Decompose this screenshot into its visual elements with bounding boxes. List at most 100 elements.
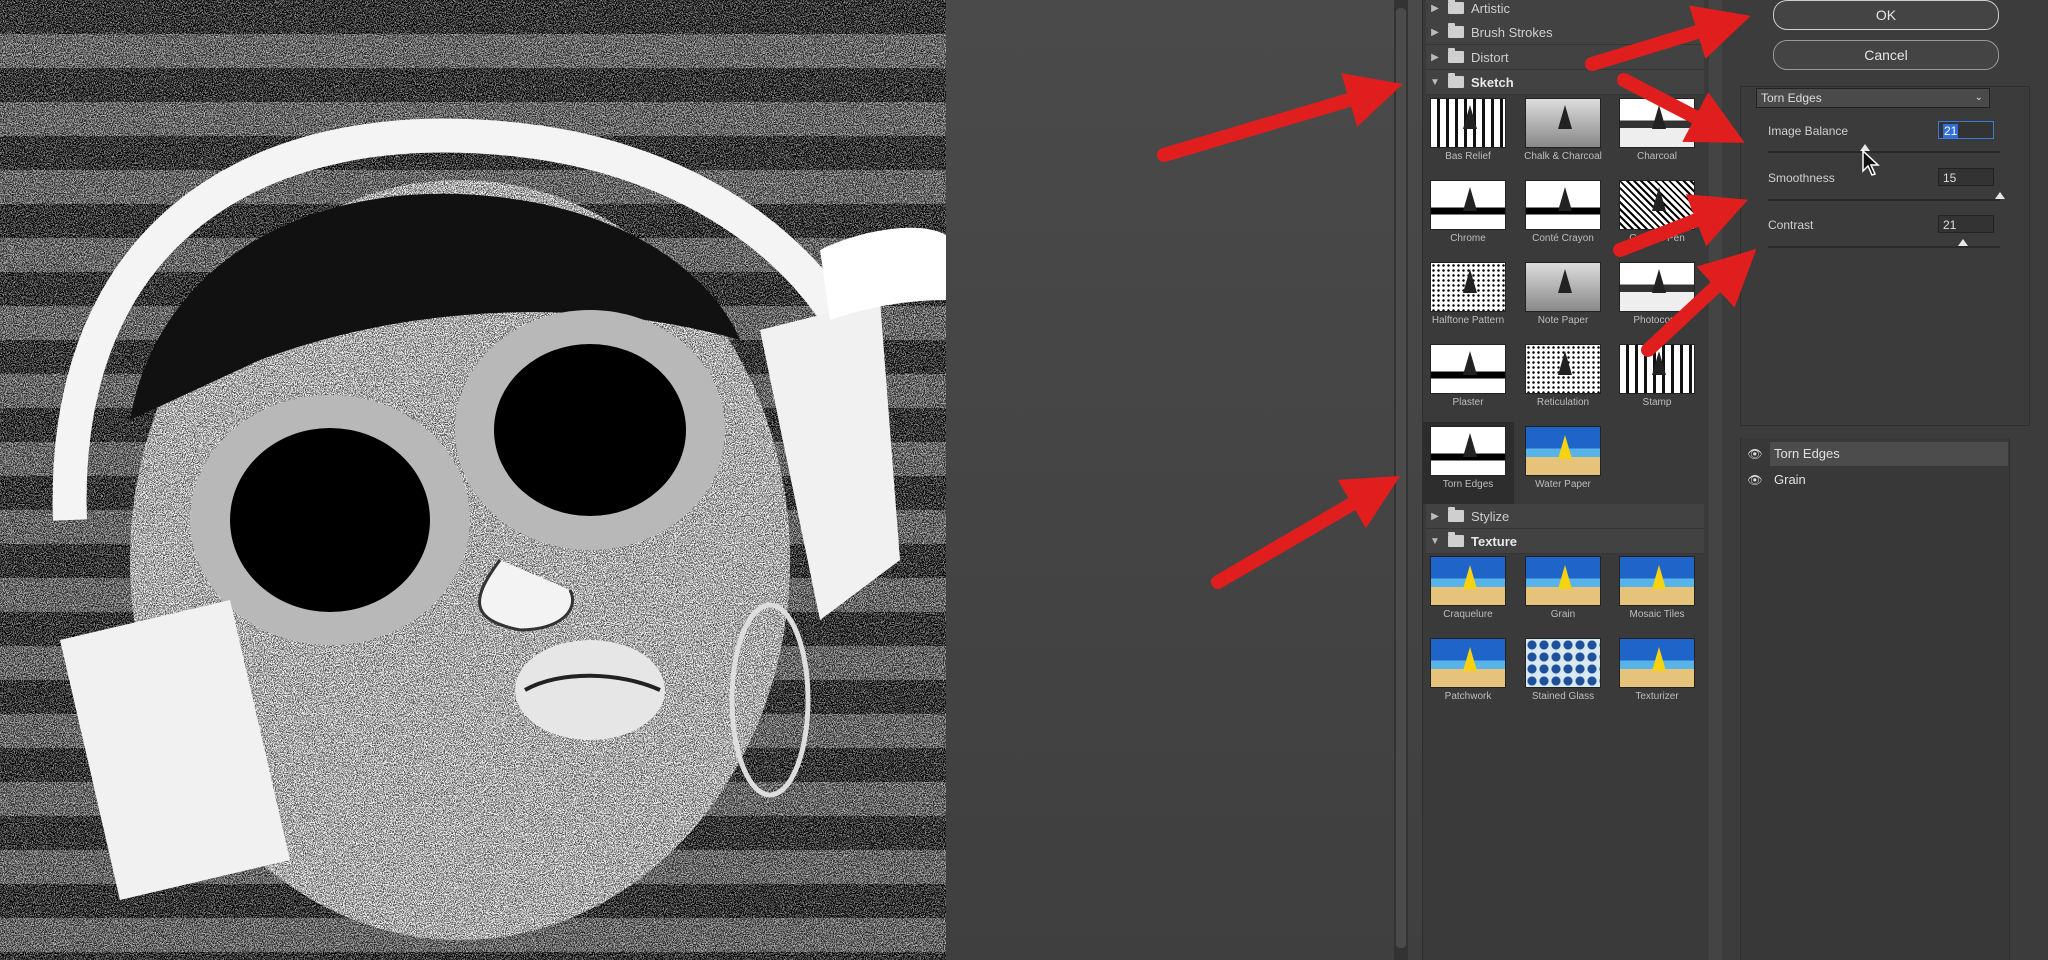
thumb-label: Plaster bbox=[1452, 397, 1484, 408]
thumb-label: Texturizer bbox=[1635, 691, 1679, 702]
thumb-image bbox=[1430, 556, 1506, 606]
preview-canvas[interactable] bbox=[0, 0, 946, 960]
thumb-chalk-charcoal[interactable]: Chalk & Charcoal bbox=[1517, 94, 1609, 174]
thumb-image bbox=[1619, 262, 1695, 312]
cancel-button[interactable]: Cancel bbox=[1773, 40, 1999, 70]
thumb-label: Stamp bbox=[1642, 397, 1672, 408]
category-label: Brush Strokes bbox=[1471, 24, 1553, 40]
image-balance-input[interactable]: 21 bbox=[1938, 121, 1994, 139]
thumb-label: Chrome bbox=[1450, 233, 1486, 244]
triangle-icon: ▼ bbox=[1430, 76, 1440, 88]
image-balance-slider[interactable] bbox=[1768, 151, 2000, 153]
contrast-input[interactable]: 21 bbox=[1938, 215, 1994, 233]
thumb-grain[interactable]: Grain bbox=[1517, 552, 1609, 632]
thumb-bas-relief[interactable]: Bas Relief bbox=[1422, 94, 1514, 174]
thumb-photocopy[interactable]: Photocopy bbox=[1611, 258, 1703, 338]
thumb-water-paper[interactable]: Water Paper bbox=[1517, 422, 1609, 502]
thumb-label: Note Paper bbox=[1537, 315, 1589, 326]
thumb-image bbox=[1619, 556, 1695, 606]
thumb-label: Craquelure bbox=[1443, 609, 1493, 620]
thumb-image bbox=[1525, 556, 1601, 606]
thumb-label: Patchwork bbox=[1444, 691, 1492, 702]
thumb-image bbox=[1430, 426, 1506, 476]
contrast-label: Contrast bbox=[1768, 218, 1814, 232]
effect-layers-panel bbox=[1740, 438, 2010, 960]
thumb-label: Chalk & Charcoal bbox=[1524, 151, 1602, 162]
thumb-halftone-pattern[interactable]: Halftone Pattern bbox=[1422, 258, 1514, 338]
smoothness-slider-knob[interactable] bbox=[1995, 192, 2005, 199]
category-distort[interactable]: ▶ Distort bbox=[1426, 45, 1704, 70]
triangle-icon: ▶ bbox=[1431, 26, 1439, 38]
thumb-label: Grain bbox=[1550, 609, 1576, 620]
filter-dropdown-value: Torn Edges bbox=[1761, 91, 1822, 105]
category-label: Distort bbox=[1471, 49, 1509, 65]
thumb-image bbox=[1430, 180, 1506, 230]
mouse-cursor-icon bbox=[1862, 150, 1880, 176]
thumb-label: Mosaic Tiles bbox=[1629, 609, 1685, 620]
thumb-label: Stained Glass bbox=[1531, 691, 1595, 702]
layer-torn-edges[interactable]: 👁 Torn Edges bbox=[1744, 442, 2008, 466]
thumb-conte-crayon[interactable]: Conté Crayon bbox=[1517, 176, 1609, 256]
thumb-image bbox=[1619, 98, 1695, 148]
gallery-scrollbar[interactable] bbox=[1394, 0, 1408, 960]
thumb-label: Conté Crayon bbox=[1532, 233, 1594, 244]
triangle-icon: ▼ bbox=[1430, 535, 1440, 547]
folder-icon bbox=[1448, 23, 1464, 38]
folder-icon bbox=[1448, 0, 1464, 14]
thumb-image bbox=[1430, 638, 1506, 688]
thumb-image bbox=[1619, 638, 1695, 688]
category-texture[interactable]: ▼ Texture bbox=[1426, 529, 1704, 554]
preview-image bbox=[0, 0, 946, 960]
thumb-craquelure[interactable]: Craquelure bbox=[1422, 552, 1514, 632]
category-sketch[interactable]: ▼ Sketch bbox=[1426, 70, 1704, 95]
thumb-charcoal[interactable]: Charcoal bbox=[1611, 94, 1703, 174]
thumb-image bbox=[1525, 180, 1601, 230]
category-brush-strokes[interactable]: ▶ Brush Strokes bbox=[1426, 20, 1704, 45]
thumb-label: Charcoal bbox=[1636, 151, 1678, 162]
category-artistic[interactable]: ▶ Artistic bbox=[1426, 0, 1704, 21]
folder-icon bbox=[1448, 48, 1464, 63]
thumb-label: Halftone Pattern bbox=[1431, 315, 1505, 326]
eye-icon[interactable]: 👁 bbox=[1744, 470, 1766, 490]
thumb-mosaic-tiles[interactable]: Mosaic Tiles bbox=[1611, 552, 1703, 632]
thumb-image bbox=[1525, 262, 1601, 312]
thumb-label: Reticulation bbox=[1536, 397, 1590, 408]
contrast-slider-knob[interactable] bbox=[1957, 239, 1968, 246]
thumb-note-paper[interactable]: Note Paper bbox=[1517, 258, 1609, 338]
thumb-image bbox=[1525, 426, 1601, 476]
category-label: Texture bbox=[1471, 533, 1517, 549]
smoothness-input[interactable]: 15 bbox=[1938, 168, 1994, 186]
layer-name: Grain bbox=[1774, 472, 1806, 487]
layer-grain[interactable]: 👁 Grain bbox=[1744, 468, 2008, 492]
image-balance-label: Image Balance bbox=[1768, 124, 1849, 138]
category-label: Artistic bbox=[1471, 0, 1510, 16]
layer-name: Torn Edges bbox=[1770, 442, 2008, 466]
thumb-stamp[interactable]: Stamp bbox=[1611, 340, 1703, 420]
thumb-label: Bas Relief bbox=[1445, 151, 1491, 162]
ok-button[interactable]: OK bbox=[1773, 0, 1999, 30]
thumb-image bbox=[1430, 262, 1506, 312]
filter-dropdown[interactable]: Torn Edges ⌄ bbox=[1756, 88, 1990, 108]
dialog-gutter bbox=[946, 0, 1422, 960]
thumb-graphic-pen[interactable]: Graphic Pen bbox=[1611, 176, 1703, 256]
chevron-down-icon: ⌄ bbox=[1974, 92, 1983, 103]
thumb-stained-glass[interactable]: Stained Glass bbox=[1517, 634, 1609, 714]
thumb-torn-edges[interactable]: Torn Edges bbox=[1422, 422, 1514, 504]
thumb-chrome[interactable]: Chrome bbox=[1422, 176, 1514, 256]
thumb-image bbox=[1525, 98, 1601, 148]
eye-icon[interactable]: 👁 bbox=[1744, 444, 1766, 464]
contrast-slider[interactable] bbox=[1768, 246, 2000, 248]
smoothness-slider[interactable] bbox=[1768, 199, 2000, 201]
thumb-label: Photocopy bbox=[1633, 315, 1681, 326]
category-stylize[interactable]: ▶ Stylize bbox=[1426, 504, 1704, 529]
thumb-image bbox=[1430, 344, 1506, 394]
folder-icon bbox=[1448, 532, 1464, 547]
thumb-patchwork[interactable]: Patchwork bbox=[1422, 634, 1514, 714]
thumb-texturizer[interactable]: Texturizer bbox=[1611, 634, 1703, 714]
image-balance-value: 21 bbox=[1943, 124, 1959, 138]
thumb-image bbox=[1619, 344, 1695, 394]
thumb-plaster[interactable]: Plaster bbox=[1422, 340, 1514, 420]
thumb-reticulation[interactable]: Reticulation bbox=[1517, 340, 1609, 420]
thumb-image bbox=[1525, 344, 1601, 394]
scrollbar-thumb[interactable] bbox=[1396, 8, 1406, 948]
